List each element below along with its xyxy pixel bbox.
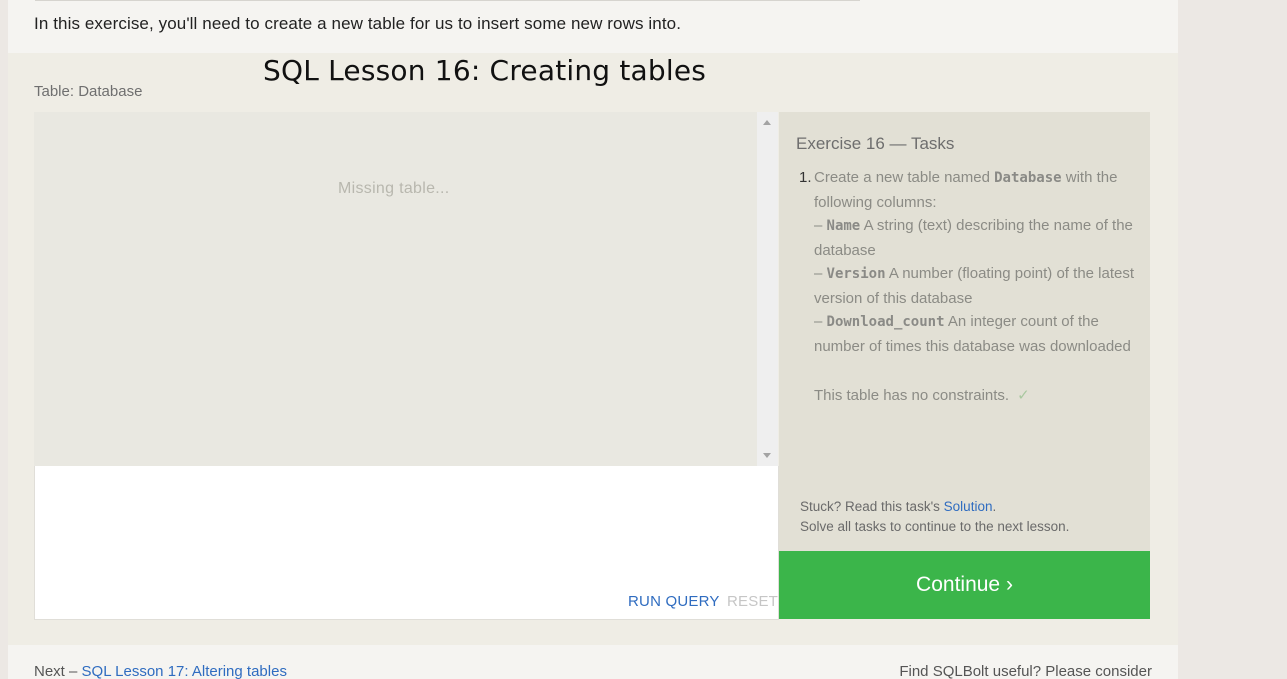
scroll-down-arrow-icon[interactable] [763,453,771,458]
column-name: Name [826,218,861,234]
stuck-suffix: . [992,499,997,514]
check-icon: ✓ [1017,387,1030,404]
constraints-note: This table has no constraints. ✓ [814,386,1030,404]
constraints-text: This table has no constraints. [814,387,1010,404]
footer: Next – SQL Lesson 17: Altering tables Fi… [8,645,1178,679]
continue-button[interactable]: Continue › [779,551,1150,619]
column-name: Version [826,266,886,282]
table-label: Table: Database [34,83,143,100]
stuck-prefix: Stuck? Read this task's [800,499,940,514]
next-lesson-nav: Next – SQL Lesson 17: Altering tables [34,663,287,679]
reset-button[interactable]: RESET [727,593,778,610]
column-dash: – [814,217,823,234]
scroll-up-arrow-icon[interactable] [763,120,771,125]
next-prefix: Next – [34,663,78,679]
tasks-pane: Exercise 16 — Tasks 1. Create a new tabl… [779,112,1150,551]
tasks-title: Exercise 16 — Tasks [796,134,955,153]
results-pane: Missing table... [34,112,757,466]
run-query-button[interactable]: RUN QUERY [628,593,720,610]
task-intro-before: Create a new table named [814,169,990,186]
intro-text: In this exercise, you'll need to create … [34,14,682,33]
results-scrollbar[interactable] [757,112,778,466]
next-lesson-link[interactable]: SQL Lesson 17: Altering tables [82,663,287,679]
column-dash: – [814,265,823,282]
task-number: 1. [799,169,812,186]
solution-link[interactable]: Solution [944,499,993,514]
task-description: Create a new table named Database with t… [814,166,1139,358]
column-description: A string (text) describing the name of t… [814,217,1133,259]
column-name: Download_count [826,314,945,330]
solve-all-text: Solve all tasks to continue to the next … [800,519,1070,534]
missing-table-text: Missing table... [338,180,450,197]
top-divider [35,0,860,1]
query-editor[interactable]: RUN QUERY RESET [34,466,779,620]
lesson-title: SQL Lesson 16: Creating tables [263,54,707,87]
task-table-name: Database [994,170,1062,186]
stuck-help: Stuck? Read this task's Solution. Solve … [800,497,1069,537]
support-text: Find SQLBolt useful? Please consider [899,663,1152,679]
column-dash: – [814,313,823,330]
page-container: In this exercise, you'll need to create … [8,0,1178,679]
